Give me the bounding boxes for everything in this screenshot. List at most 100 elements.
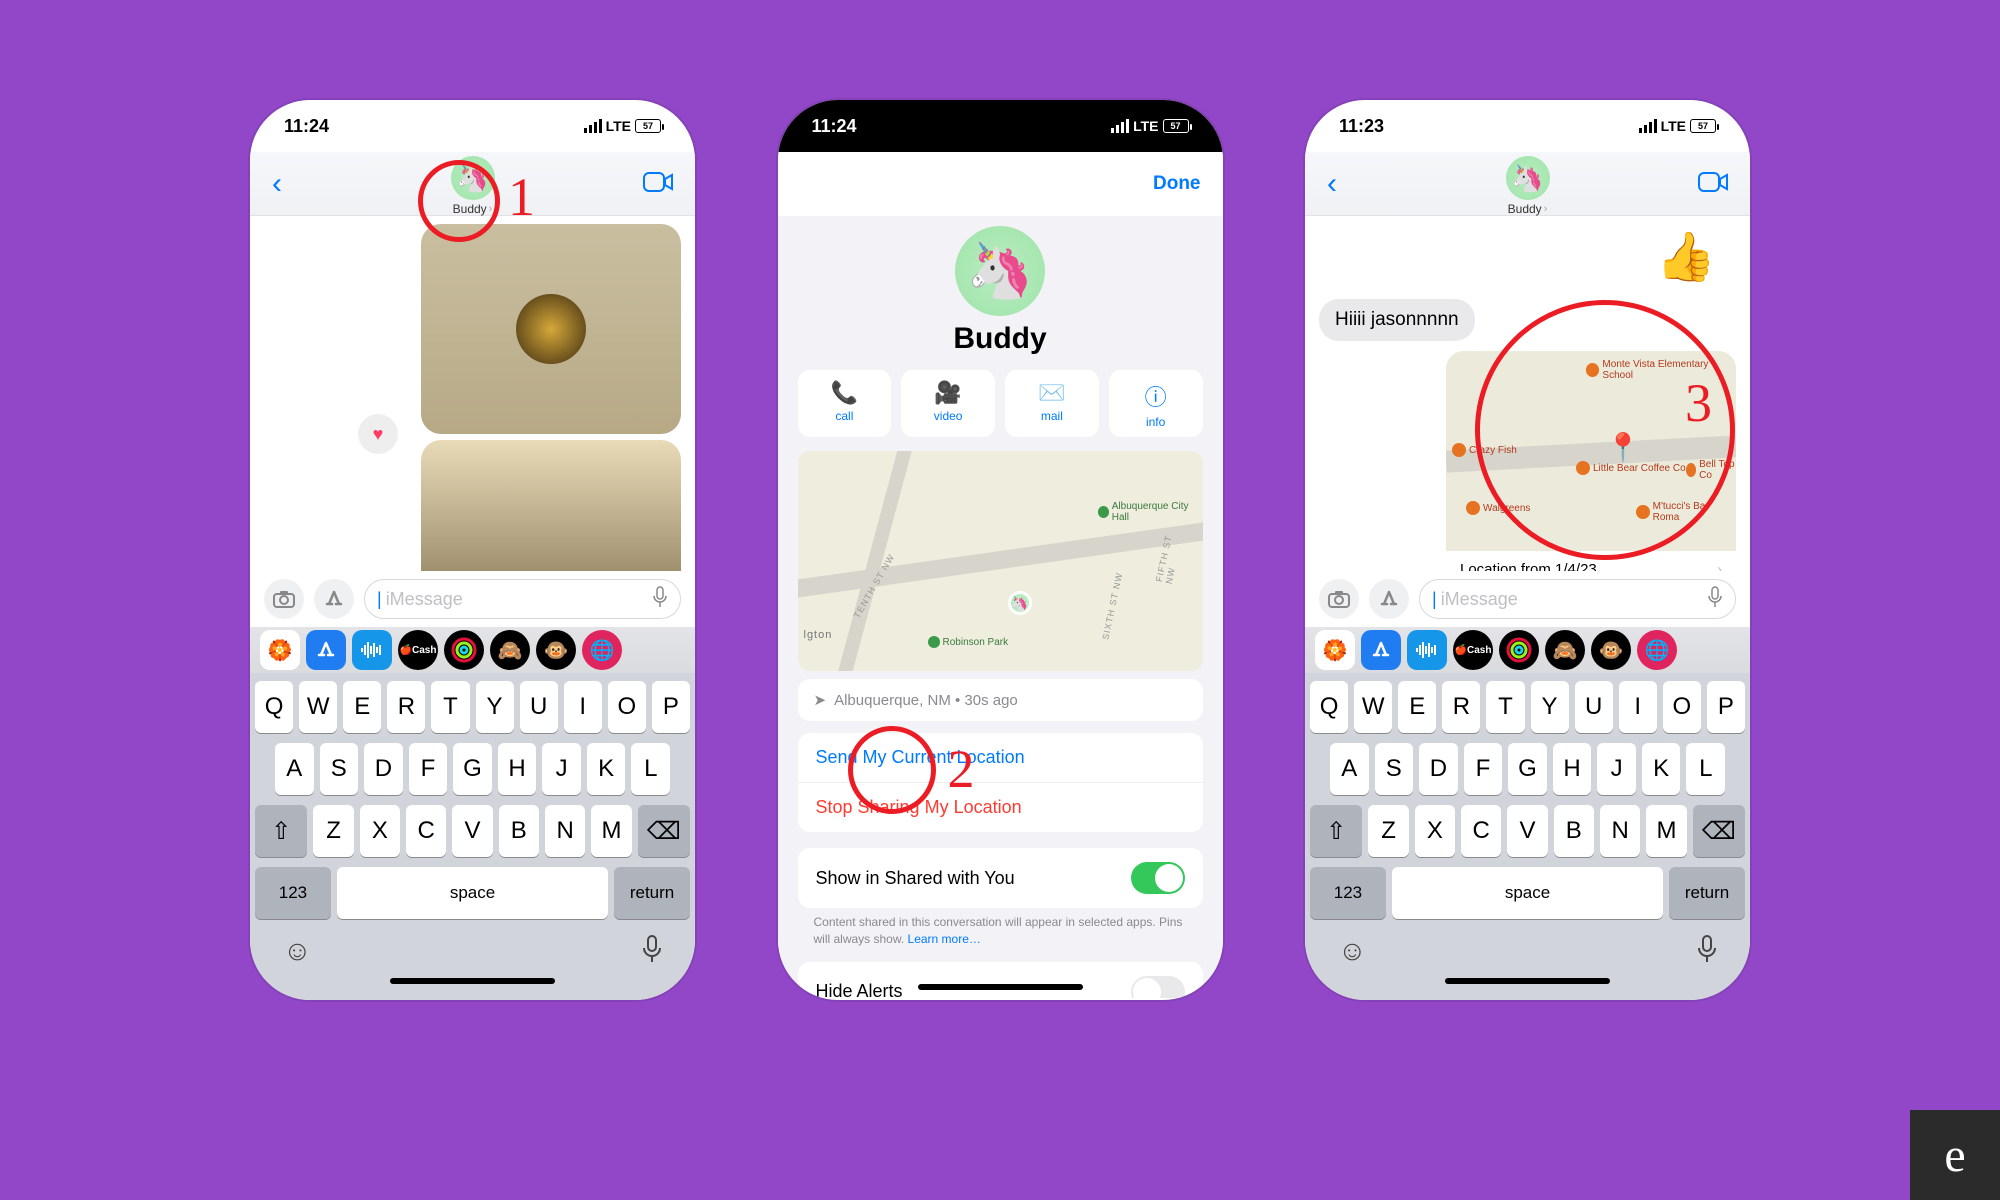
app-store[interactable]	[306, 630, 346, 670]
key-c[interactable]: C	[406, 805, 446, 857]
shift-key[interactable]: ⇧	[1310, 805, 1362, 857]
app-animoji[interactable]: 🐵	[536, 630, 576, 670]
key-a[interactable]: A	[275, 743, 314, 795]
backspace-key[interactable]: ⌫	[1693, 805, 1745, 857]
done-button[interactable]: Done	[1153, 173, 1201, 195]
key-y[interactable]: Y	[1531, 681, 1569, 733]
key-t[interactable]: T	[1486, 681, 1524, 733]
key-h[interactable]: H	[498, 743, 537, 795]
key-g[interactable]: G	[1508, 743, 1547, 795]
stop-sharing-location[interactable]: Stop Sharing My Location	[798, 783, 1203, 832]
app-cash[interactable]: 🍎Cash	[398, 630, 438, 670]
contact-header-button[interactable]: 🦄 Buddy›	[1506, 156, 1550, 216]
message-input[interactable]: |iMessage	[364, 579, 681, 619]
numbers-key[interactable]: 123	[255, 867, 331, 919]
home-indicator[interactable]	[390, 978, 555, 984]
key-u[interactable]: U	[1575, 681, 1613, 733]
dictate-key[interactable]	[642, 935, 662, 970]
contact-header-button[interactable]: 🦄 Buddy›	[451, 156, 495, 216]
key-j[interactable]: J	[1597, 743, 1636, 795]
home-indicator[interactable]	[1445, 978, 1610, 984]
key-f[interactable]: F	[1464, 743, 1503, 795]
key-f[interactable]: F	[409, 743, 448, 795]
received-bubble[interactable]: Hiiii jasonnnnn	[1319, 299, 1475, 341]
key-n[interactable]: N	[545, 805, 585, 857]
camera-button[interactable]	[264, 579, 304, 619]
app-photos[interactable]: 🏵️	[260, 630, 300, 670]
key-k[interactable]: K	[1642, 743, 1681, 795]
key-k[interactable]: K	[587, 743, 626, 795]
tapback-heart[interactable]: ♥	[358, 414, 398, 454]
learn-more-link[interactable]: Learn more…	[908, 932, 981, 946]
key-c[interactable]: C	[1461, 805, 1501, 857]
key-p[interactable]: P	[652, 681, 690, 733]
key-i[interactable]: I	[1619, 681, 1657, 733]
app-memoji[interactable]: 🙈	[1545, 630, 1585, 670]
conversation-body[interactable]: ♥	[250, 216, 695, 571]
key-m[interactable]: M	[1646, 805, 1686, 857]
send-current-location[interactable]: Send My Current Location	[798, 733, 1203, 783]
key-q[interactable]: Q	[1310, 681, 1348, 733]
sent-emoji-thumbsup[interactable]: 👍	[1319, 224, 1736, 295]
app-cash[interactable]: 🍎Cash	[1453, 630, 1493, 670]
call-button[interactable]: 📞call	[798, 370, 892, 437]
appstore-button[interactable]	[1369, 579, 1409, 619]
key-q[interactable]: Q	[255, 681, 293, 733]
key-n[interactable]: N	[1600, 805, 1640, 857]
key-v[interactable]: V	[1507, 805, 1547, 857]
key-s[interactable]: S	[320, 743, 359, 795]
numbers-key[interactable]: 123	[1310, 867, 1386, 919]
facetime-button[interactable]	[643, 168, 673, 199]
app-strip[interactable]: 🏵️ 🍎Cash 🙈 🐵 🌐	[250, 627, 695, 673]
shared-location-map[interactable]: TENTH ST NW SIXTH ST NW FIFTH ST NW Albu…	[798, 451, 1203, 671]
key-z[interactable]: Z	[313, 805, 353, 857]
keyboard[interactable]: Q W E R T Y U I O P A S D F G H J K L ⇧ …	[250, 673, 695, 1000]
hide-alerts-toggle[interactable]	[1131, 976, 1185, 998]
key-m[interactable]: M	[591, 805, 631, 857]
key-d[interactable]: D	[364, 743, 403, 795]
camera-button[interactable]	[1319, 579, 1359, 619]
key-z[interactable]: Z	[1368, 805, 1408, 857]
key-o[interactable]: O	[1663, 681, 1701, 733]
key-r[interactable]: R	[387, 681, 425, 733]
info-button[interactable]: ⓘinfo	[1109, 370, 1203, 437]
back-button[interactable]: ‹	[272, 167, 282, 201]
key-l[interactable]: L	[1686, 743, 1725, 795]
app-music[interactable]	[352, 630, 392, 670]
facetime-button[interactable]	[1698, 168, 1728, 199]
key-a[interactable]: A	[1330, 743, 1369, 795]
key-v[interactable]: V	[452, 805, 492, 857]
appstore-button[interactable]	[314, 579, 354, 619]
return-key[interactable]: return	[614, 867, 690, 919]
space-key[interactable]: space	[337, 867, 608, 919]
contact-avatar-large[interactable]: 🦄	[955, 226, 1045, 316]
key-s[interactable]: S	[1375, 743, 1414, 795]
key-y[interactable]: Y	[476, 681, 514, 733]
app-fitness[interactable]	[444, 630, 484, 670]
sent-image-1[interactable]	[421, 224, 681, 434]
key-w[interactable]: W	[1354, 681, 1392, 733]
key-e[interactable]: E	[343, 681, 381, 733]
shift-key[interactable]: ⇧	[255, 805, 307, 857]
key-d[interactable]: D	[1419, 743, 1458, 795]
key-b[interactable]: B	[1554, 805, 1594, 857]
emoji-key[interactable]: ☺	[283, 935, 312, 970]
key-h[interactable]: H	[1553, 743, 1592, 795]
key-x[interactable]: X	[1415, 805, 1455, 857]
key-u[interactable]: U	[520, 681, 558, 733]
dictation-icon[interactable]	[652, 586, 668, 613]
message-input[interactable]: |iMessage	[1419, 579, 1736, 619]
dictation-icon[interactable]	[1707, 586, 1723, 613]
shared-with-you-toggle[interactable]	[1131, 862, 1185, 894]
app-memoji[interactable]: 🙈	[490, 630, 530, 670]
key-b[interactable]: B	[499, 805, 539, 857]
conversation-body[interactable]: 👍 Hiiii jasonnnnn Monte Vista Elementary…	[1305, 216, 1750, 571]
app-fitness[interactable]	[1499, 630, 1539, 670]
key-i[interactable]: I	[564, 681, 602, 733]
app-more[interactable]: 🌐	[582, 630, 622, 670]
key-g[interactable]: G	[453, 743, 492, 795]
emoji-key[interactable]: ☺	[1338, 935, 1367, 970]
app-photos[interactable]: 🏵️	[1315, 630, 1355, 670]
app-store[interactable]	[1361, 630, 1401, 670]
key-w[interactable]: W	[299, 681, 337, 733]
